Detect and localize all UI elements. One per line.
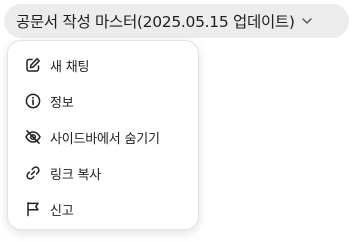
gpt-title: 공문서 작성 마스터(2025.05.15 업데이트) <box>16 13 295 31</box>
link-icon <box>24 164 42 182</box>
menu-item-label: 신고 <box>50 203 74 219</box>
menu-item-hide-from-sidebar[interactable]: 사이드바에서 숨기기 <box>8 119 198 155</box>
menu-item-copy-link[interactable]: 링크 복사 <box>8 155 198 191</box>
menu-item-label: 정보 <box>50 95 74 111</box>
menu-item-report[interactable]: 신고 <box>8 191 198 227</box>
eye-off-icon <box>24 128 42 146</box>
info-icon <box>24 92 42 110</box>
menu-item-label: 사이드바에서 숨기기 <box>50 131 160 147</box>
menu-item-info[interactable]: 정보 <box>8 83 198 119</box>
chevron-down-icon <box>300 14 314 28</box>
gpt-options-menu: 새 채팅 정보 사이드바에서 숨기기 링크 복사 신고 <box>7 40 199 230</box>
flag-icon <box>24 200 42 218</box>
menu-item-label: 링크 복사 <box>50 167 101 183</box>
edit-icon <box>24 56 42 74</box>
menu-item-new-chat[interactable]: 새 채팅 <box>8 47 198 83</box>
menu-item-label: 새 채팅 <box>50 59 90 75</box>
gpt-title-dropdown[interactable]: 공문서 작성 마스터(2025.05.15 업데이트) <box>4 4 349 38</box>
